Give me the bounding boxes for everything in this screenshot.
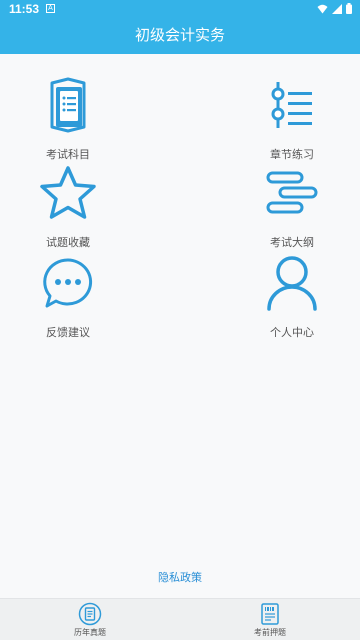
menu-item-exam-subjects[interactable]: 考试科目	[18, 72, 118, 162]
status-bar: 11:53 A	[0, 0, 360, 18]
wifi-icon	[317, 4, 328, 13]
barcode-doc-icon	[258, 602, 282, 626]
menu-item-chapter-practice[interactable]: 章节练习	[242, 72, 342, 162]
nav-item-pre-exam[interactable]: 考前押题	[210, 599, 330, 640]
book-icon	[38, 72, 98, 138]
menu-item-label: 反馈建议	[46, 327, 90, 339]
nav-item-past-exams[interactable]: 历年真题	[30, 599, 150, 640]
status-icons	[317, 3, 352, 14]
chat-bubble-icon	[38, 250, 98, 316]
outline-bars-icon	[262, 160, 322, 226]
privacy-policy-link[interactable]: 隐私政策	[0, 569, 360, 585]
menu-item-feedback[interactable]: 反馈建议	[18, 250, 118, 340]
menu-item-syllabus[interactable]: 考试大纲	[242, 160, 342, 250]
menu-item-favorites[interactable]: 试题收藏	[18, 160, 118, 250]
page-title: 初级会计实务	[134, 27, 225, 44]
notification-icon: A	[46, 4, 55, 13]
exam-paper-icon	[78, 602, 102, 626]
nav-item-label: 历年真题	[74, 628, 106, 637]
star-icon	[38, 160, 98, 226]
app-bar: 初级会计实务	[0, 18, 360, 54]
menu-item-label: 个人中心	[270, 327, 314, 339]
bottom-nav: 历年真题 考前押题	[0, 598, 360, 640]
battery-icon	[346, 3, 352, 14]
menu-item-profile[interactable]: 个人中心	[242, 250, 342, 340]
nav-item-label: 考前押题	[254, 628, 286, 637]
status-time: 11:53	[9, 2, 40, 16]
timeline-list-icon	[262, 72, 322, 138]
menu-item-label: 考试大纲	[270, 237, 314, 249]
menu-item-label: 试题收藏	[46, 237, 90, 249]
person-icon	[262, 250, 322, 316]
signal-icon	[332, 3, 342, 14]
